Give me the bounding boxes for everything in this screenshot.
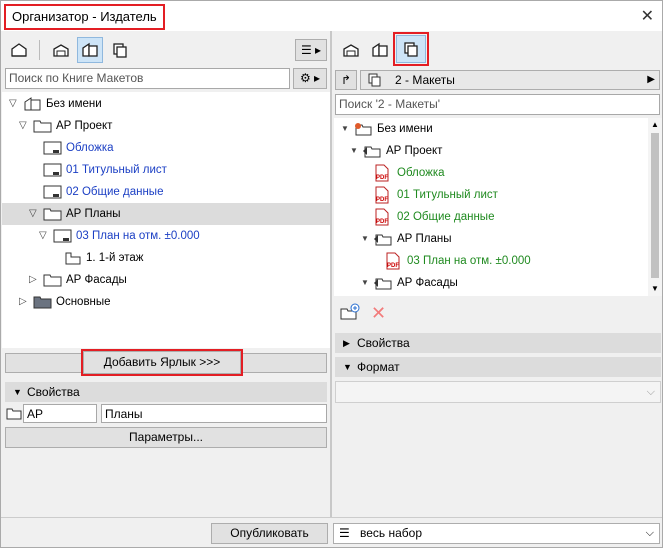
publisher-tree-item[interactable]: ▼ Без имени: [1, 118, 647, 140]
svg-text:PDF: PDF: [376, 197, 388, 203]
expand-arrow-icon[interactable]: ▼: [361, 228, 369, 250]
bottom-divider: [1, 517, 662, 518]
new-folder-icon[interactable]: [339, 303, 361, 324]
collapse-triangle-icon: ▼: [13, 387, 22, 397]
right-properties-header[interactable]: ▶ Свойства: [335, 333, 661, 353]
tree-item-label: АР Проект: [386, 145, 443, 157]
prop-id-field[interactable]: АР: [23, 404, 97, 423]
svg-text:PDF: PDF: [376, 219, 388, 225]
collapse-triangle-icon: ▼: [343, 362, 352, 372]
left-properties-label: Свойства: [27, 385, 80, 399]
format-header[interactable]: ▼ Формат: [335, 357, 661, 377]
left-properties-header[interactable]: ▼ Свойства: [5, 382, 327, 402]
tree-item-label: Без имени: [377, 123, 433, 135]
publisher-tree-item[interactable]: PDF Обложка: [1, 162, 647, 184]
format-select[interactable]: ⌵: [335, 381, 661, 403]
tree-item-label: 01 Титульный лист: [397, 189, 498, 201]
svg-text:PDF: PDF: [387, 263, 399, 269]
chevron-down-icon: ⌵: [646, 386, 655, 398]
list-icon: ☰: [339, 526, 350, 540]
organizer-window: Организатор - Издатель ✕ ☰ ▸ Поиск по Кн…: [0, 0, 663, 548]
tree-item-label: 03 План на отм. ±0.000: [407, 255, 531, 267]
format-label: Формат: [357, 360, 400, 374]
expand-arrow-icon[interactable]: ▼: [361, 272, 369, 294]
expand-triangle-icon: ▶: [343, 338, 350, 348]
delete-icon[interactable]: ✕: [371, 303, 386, 324]
prop-name-field[interactable]: Планы: [101, 404, 327, 423]
svg-text:PDF: PDF: [376, 175, 388, 181]
expand-arrow-icon[interactable]: ▼: [341, 118, 349, 140]
right-properties-label: Свойства: [357, 336, 410, 350]
highlight-add-shortcut: [81, 349, 243, 376]
publisher-tree-item[interactable]: ▼ АР Проект: [1, 140, 647, 162]
publish-scope-label: весь набор: [360, 526, 423, 540]
publisher-tree-item[interactable]: PDF 01 Титульный лист: [1, 184, 647, 206]
folder-dark-icon: [33, 294, 53, 318]
publish-scope-select[interactable]: ☰ весь набор ⌵: [333, 523, 660, 544]
params-button[interactable]: Параметры...: [5, 427, 327, 448]
tree-item-label: АР Фасады: [397, 277, 458, 289]
expand-arrow-icon[interactable]: ▼: [350, 140, 358, 162]
publisher-tree-item[interactable]: ▼ АР Планы: [1, 228, 647, 250]
tree-item-label: Обложка: [397, 167, 445, 179]
tree-item-label: 02 Общие данные: [397, 211, 495, 223]
tree-item-label: АР Планы: [397, 233, 452, 245]
pub-folder-icon: [373, 275, 393, 296]
publisher-tree-item[interactable]: ▼ АР Фасады: [1, 272, 647, 294]
chevron-down-icon: ⌵: [645, 527, 654, 539]
publish-button[interactable]: Опубликовать: [211, 523, 328, 544]
publisher-tree-item[interactable]: PDF 02 Общие данные: [1, 206, 647, 228]
publisher-tree-item[interactable]: PDF 03 План на отм. ±0.000: [1, 250, 647, 272]
folder-icon: [6, 406, 22, 423]
